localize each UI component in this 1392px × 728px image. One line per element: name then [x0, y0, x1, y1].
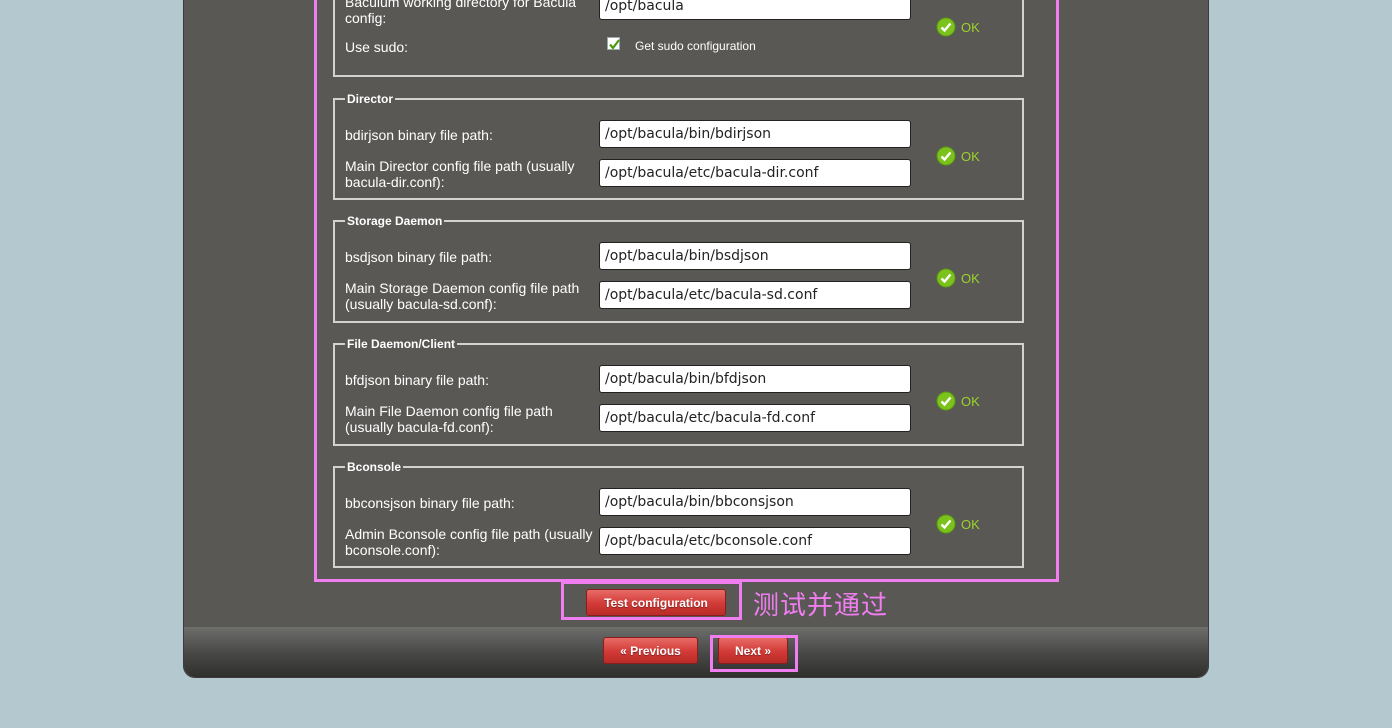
annotation-test-box	[561, 581, 742, 620]
annotation-test-note: 测试并通过	[753, 591, 889, 621]
previous-button[interactable]: « Previous	[603, 637, 698, 664]
annotation-next-box	[710, 635, 798, 672]
wizard-footer: « Previous Next »	[184, 627, 1208, 677]
annotation-config-box	[314, 0, 1059, 582]
